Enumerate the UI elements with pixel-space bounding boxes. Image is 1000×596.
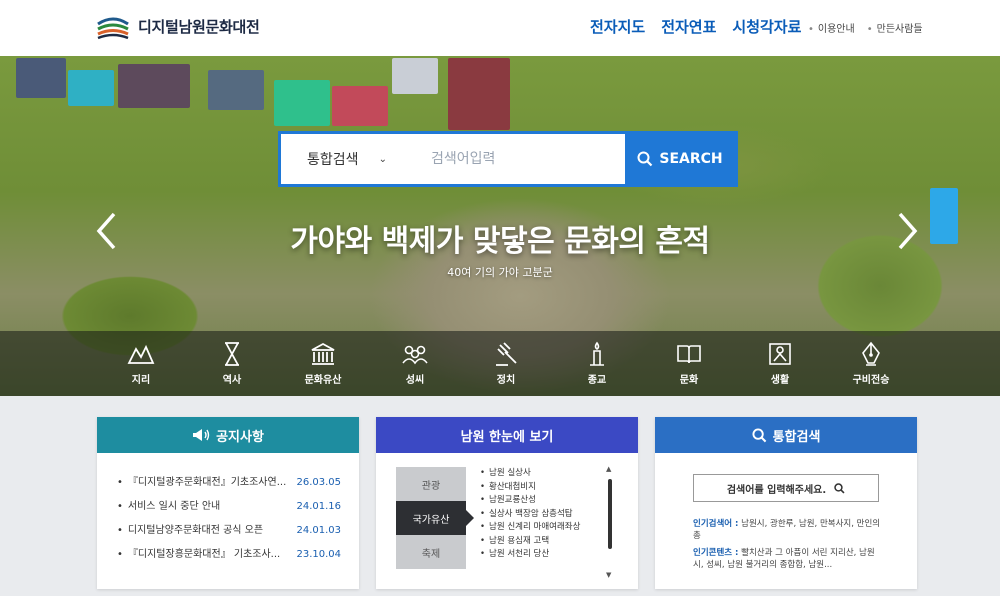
hero-banner: 통합검색 ⌄ SEARCH 가야와 백제가 맞닿은 문화의 흔적 40여 기의 …: [0, 56, 1000, 396]
scroll-down-icon[interactable]: ▼: [606, 571, 611, 579]
glance-scrollbar[interactable]: ▲ ▼: [606, 465, 612, 579]
notice-panel-header[interactable]: 공지사항: [97, 417, 359, 453]
glance-item[interactable]: 남원교룡산성: [480, 494, 605, 508]
category-surnames[interactable]: 성씨: [380, 341, 450, 386]
nav-electronic-timeline[interactable]: 전자연표: [661, 16, 716, 37]
popular-contents-text[interactable]: 빨치산과 그 아픔이 서린 지리산, 남원: [741, 548, 875, 558]
search-button[interactable]: SEARCH: [625, 134, 735, 184]
glance-item[interactable]: 남원 서천리 당산: [480, 548, 605, 562]
glance-panel: 남원 한눈에 보기 관광 국가유산 축제 남원 실상사 황산대첩비지 남원교룡산…: [376, 417, 638, 589]
glance-item[interactable]: 남원 신계리 마애여래좌상: [480, 521, 605, 535]
glance-list: 남원 실상사 황산대첩비지 남원교룡산성 실상사 백장암 삼층석탑 남원 신계리…: [480, 467, 605, 562]
hero-subtitle: 40여 기의 가야 고분군: [447, 266, 553, 279]
search-icon: [637, 151, 653, 167]
hero-search-inner: 통합검색 ⌄: [281, 134, 625, 184]
background-house: [448, 58, 510, 130]
background-house: [274, 80, 330, 126]
nav-electronic-map[interactable]: 전자지도: [590, 16, 645, 37]
pen-nib-icon: [862, 341, 880, 366]
popular-keywords-text-2[interactable]: 총: [693, 531, 701, 541]
glance-item[interactable]: 황산대첩비지: [480, 481, 605, 495]
glance-panel-title: 남원 한눈에 보기: [460, 429, 554, 445]
nav-credits[interactable]: 만든사람들: [867, 20, 923, 35]
book-icon: [677, 345, 701, 364]
search-icon: [834, 482, 845, 494]
popular-contents-label: 인기콘텐츠 :: [693, 548, 739, 558]
glance-item[interactable]: 남원 용심재 고택: [480, 535, 605, 549]
tab-tourism[interactable]: 관광: [396, 467, 466, 501]
category-culture[interactable]: 문화: [654, 341, 724, 386]
site-logo[interactable]: 디지털남원문화대전: [96, 12, 260, 40]
tab-festival[interactable]: 축제: [396, 535, 466, 569]
search-scope-select[interactable]: 통합검색 ⌄: [281, 134, 401, 184]
glance-tabs: 관광 국가유산 축제: [396, 467, 474, 569]
background-house: [118, 64, 190, 108]
popular-keywords-text[interactable]: 남원시, 광한루, 남원, 만복사지, 만인의: [741, 519, 880, 529]
notice-item[interactable]: 『디지털광주문화대전』기초조사연...26.03.05: [117, 471, 341, 495]
site-header: 디지털남원문화대전 전자지도 전자연표 시청각자료 이용안내 만든사람들: [0, 0, 1000, 56]
notice-list: 『디지털광주문화대전』기초조사연...26.03.05 서비스 일시 중단 안내…: [97, 453, 359, 567]
search-input[interactable]: [401, 134, 625, 184]
category-heritage[interactable]: 문화유산: [288, 341, 358, 386]
logo-icon: [97, 17, 129, 40]
megaphone-icon: [193, 429, 210, 441]
popular-contents-text-2[interactable]: 시, 성씨, 남원 불거리의 종합합, 남원...: [693, 560, 832, 570]
notice-panel-title: 공지사항: [216, 429, 264, 445]
tab-national-heritage[interactable]: 국가유산: [396, 501, 474, 535]
category-life[interactable]: 생활: [745, 341, 815, 386]
hourglass-icon: [225, 342, 239, 366]
background-house: [332, 86, 388, 126]
notice-item[interactable]: 디지털남양주문화대전 공식 오픈24.01.03: [117, 519, 341, 543]
nav-usage-guide[interactable]: 이용안내: [808, 20, 855, 35]
glance-item[interactable]: 남원 실상사: [480, 467, 605, 481]
utility-nav: 이용안내 만든사람들: [808, 20, 923, 35]
scroll-up-icon[interactable]: ▲: [606, 465, 611, 473]
background-house: [208, 70, 264, 110]
search-scope-label: 통합검색: [307, 152, 359, 168]
scroll-thumb[interactable]: [608, 479, 612, 549]
category-politics[interactable]: 정치: [471, 341, 541, 386]
notice-panel: 공지사항 『디지털광주문화대전』기초조사연...26.03.05 서비스 일시 …: [97, 417, 359, 589]
search-icon: [752, 427, 766, 442]
total-search-prompt: 검색어를 입력해주세요.: [726, 484, 827, 496]
total-search-panel: 통합검색 검색어를 입력해주세요. 인기검색어 : 남원시, 광한루, 남원, …: [655, 417, 917, 589]
total-search-input[interactable]: 검색어를 입력해주세요.: [693, 474, 879, 502]
notice-item[interactable]: 서비스 일시 중단 안내24.01.16: [117, 495, 341, 519]
popular-contents: 인기콘텐츠 : 빨치산과 그 아픔이 서린 지리산, 남원 시, 성씨, 남원 …: [693, 547, 883, 571]
glance-panel-header: 남원 한눈에 보기: [376, 417, 638, 453]
popular-keywords-label: 인기검색어 :: [693, 519, 739, 529]
chevron-down-icon: ⌄: [378, 153, 387, 165]
background-house: [16, 58, 66, 98]
notice-item[interactable]: 『디지털장흥문화대전』 기초조사...23.10.04: [117, 543, 341, 567]
search-button-label: SEARCH: [659, 151, 723, 167]
category-religion[interactable]: 종교: [562, 341, 632, 386]
category-bar: 지리 역사 문화유산 성씨 정치 종교 문화 생활 구비전승: [0, 331, 1000, 396]
people-icon: [402, 345, 428, 365]
hero-search: 통합검색 ⌄ SEARCH: [278, 131, 738, 187]
background-house: [68, 70, 114, 106]
background-house: [392, 58, 438, 94]
nav-audiovisual[interactable]: 시청각자료: [732, 16, 801, 37]
candle-icon: [590, 341, 604, 366]
hero-title: 가야와 백제가 맞닿은 문화의 흔적: [290, 224, 710, 259]
site-title: 디지털남원문화대전: [138, 17, 260, 36]
lifestyle-icon: [769, 343, 791, 365]
mountain-icon: [127, 344, 155, 364]
total-search-panel-header: 통합검색: [655, 417, 917, 453]
total-search-panel-title: 통합검색: [772, 429, 821, 445]
category-geography[interactable]: 지리: [106, 341, 176, 386]
main-nav: 전자지도 전자연표 시청각자료: [590, 16, 801, 37]
gavel-icon: [496, 342, 517, 366]
popular-keywords: 인기검색어 : 남원시, 광한루, 남원, 만복사지, 만인의 총: [693, 518, 883, 542]
category-history[interactable]: 역사: [197, 341, 267, 386]
category-oral-tradition[interactable]: 구비전승: [836, 341, 906, 386]
temple-icon: [311, 342, 335, 365]
glance-item[interactable]: 실상사 백장암 삼층석탑: [480, 508, 605, 522]
